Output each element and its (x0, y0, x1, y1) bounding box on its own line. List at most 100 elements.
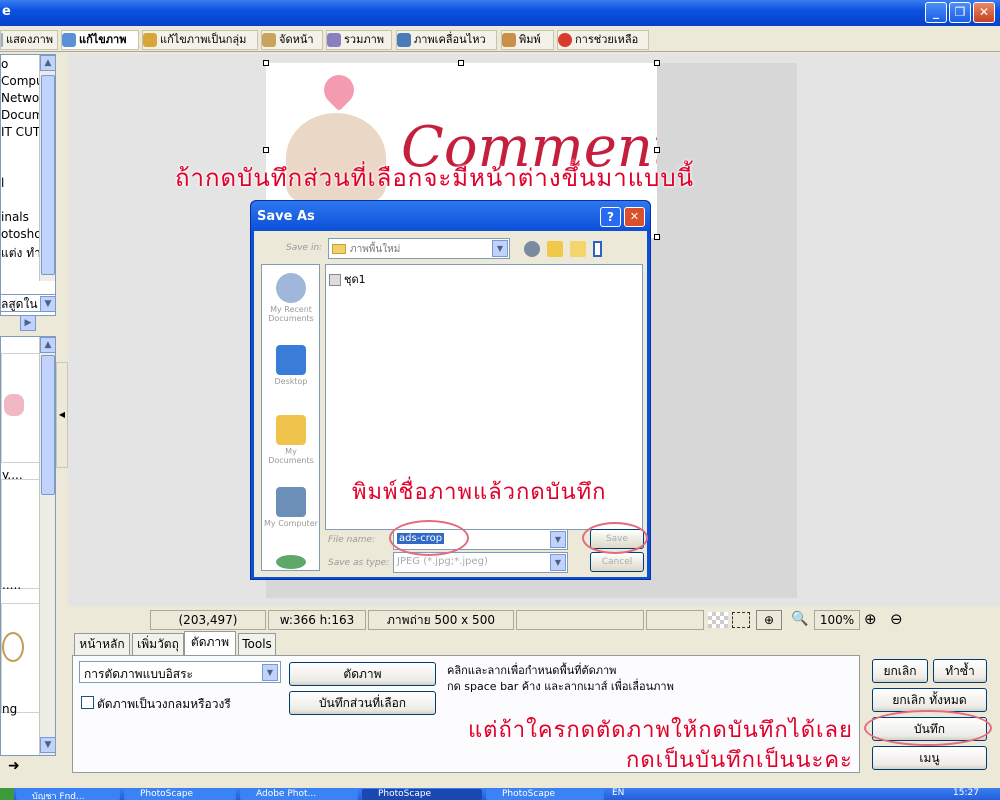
taskbar-item[interactable]: บัญชา Fnd... (16, 789, 120, 800)
zoom-fit-icon[interactable]: 🔍 (786, 610, 814, 630)
scroll-thumb[interactable] (41, 75, 55, 275)
chevron-down-icon[interactable]: ▼ (492, 240, 508, 257)
subtab-home[interactable]: หน้าหลัก (74, 633, 130, 655)
maximize-button[interactable]: ❐ (949, 2, 971, 23)
menu-button[interactable]: เมนู (872, 746, 987, 770)
actual-size-icon[interactable]: ⊕ (756, 610, 782, 630)
thumbnail[interactable]: ng (1, 603, 41, 716)
heart-icon (317, 68, 361, 112)
taskbar-item[interactable]: Adobe Phot... (240, 789, 358, 800)
place-my-computer[interactable]: My Computer (264, 487, 318, 528)
crop-handle[interactable] (263, 147, 269, 153)
crop-handle[interactable] (263, 60, 269, 66)
places-bar: My Recent Documents Desktop My Documents… (261, 264, 320, 571)
crop-handle[interactable] (654, 147, 660, 153)
file-name: ชุด1 (344, 273, 366, 286)
save-selection-button[interactable]: บันทึกส่วนที่เลือก (289, 691, 436, 715)
tab-help[interactable]: การช่วยเหลือ (557, 30, 649, 50)
scroll-right-icon[interactable]: ▶ (20, 315, 36, 331)
fit-to-window-icon[interactable] (732, 612, 750, 628)
crop-button[interactable]: ตัดภาพ (289, 662, 436, 686)
start-button[interactable] (0, 788, 14, 800)
tab-animated-gif[interactable]: ภาพเคลื่อนไหว (396, 30, 497, 50)
tree-item[interactable]: inals (1, 210, 29, 224)
tab-editor[interactable]: แก้ไขภาพ (61, 30, 139, 50)
thumbnail-panel[interactable]: y.... ..... ng ▲ ▼ (0, 336, 56, 756)
tab-label: แก้ไขภาพ (79, 33, 127, 46)
place-label: My Recent Documents (268, 305, 314, 323)
dialog-cancel-button[interactable]: Cancel (590, 552, 644, 572)
tree-item[interactable]: o (1, 57, 8, 71)
zoom-in-icon[interactable]: ⊕ (864, 610, 877, 628)
tab-print[interactable]: พิมพ์ (501, 30, 554, 50)
file-item[interactable]: ชุด1 (329, 270, 366, 288)
tab-label: แสดงภาพ (6, 33, 53, 46)
tree-item[interactable]: IT CUT (1, 125, 40, 139)
tab-label: การช่วยเหลือ (575, 33, 639, 46)
scroll-down-icon[interactable]: ▼ (40, 737, 55, 753)
crop-handle[interactable] (458, 60, 464, 66)
back-icon[interactable] (524, 241, 540, 257)
crop-handle[interactable] (654, 60, 660, 66)
folder-tree[interactable]: o Compu Netwo Docum IT CUT l inals otosh… (0, 54, 56, 316)
tree-item[interactable]: Netwo (1, 91, 39, 105)
undo-all-button[interactable]: ยกเลิก ทั้งหมด (872, 688, 987, 712)
taskbar-item[interactable]: PhotoScape (124, 789, 236, 800)
tab-batch-editor[interactable]: แก้ไขภาพเป็นกลุ่ม (142, 30, 258, 50)
crop-mode-select[interactable]: การตัดภาพแบบอิสระ ▼ (79, 661, 281, 683)
highlight-ellipse-filename (389, 520, 469, 556)
tab-page[interactable]: จัดหน้า (261, 30, 323, 50)
dialog-close-button[interactable]: ✕ (624, 207, 645, 227)
place-label: My Documents (268, 447, 314, 465)
crop-hint-2: กด space bar ค้าง และลากเมาส์ เพื่อเลื่อ… (447, 680, 674, 693)
scroll-up-icon[interactable]: ▲ (40, 55, 55, 71)
tree-scrollbar[interactable]: ▲ (39, 55, 55, 281)
place-network[interactable] (264, 555, 318, 571)
language-indicator[interactable]: EN (612, 788, 624, 798)
crop-handle[interactable] (654, 234, 660, 240)
place-my-documents[interactable]: My Documents (264, 415, 318, 465)
chevron-down-icon[interactable]: ▼ (550, 554, 566, 571)
chevron-down-icon[interactable]: ▼ (40, 296, 56, 312)
place-desktop[interactable]: Desktop (264, 345, 318, 386)
tab-viewer[interactable]: แสดงภาพ (0, 30, 58, 50)
oval-crop-checkbox[interactable] (81, 696, 94, 709)
thumbnail[interactable]: ..... (1, 479, 41, 592)
scroll-up-icon[interactable]: ▲ (40, 337, 55, 353)
save-in-label: Save in: (286, 243, 323, 253)
transparency-grid-icon[interactable] (708, 612, 728, 628)
chevron-down-icon[interactable]: ▼ (262, 664, 278, 681)
thumbnail[interactable]: y.... (1, 353, 41, 482)
place-recent[interactable]: My Recent Documents (264, 273, 318, 323)
subtab-crop[interactable]: ตัดภาพ (184, 631, 236, 655)
scroll-thumb[interactable] (41, 355, 55, 495)
subtab-tools[interactable]: Tools (238, 633, 276, 655)
redo-button[interactable]: ทำซ้ำ (933, 659, 987, 683)
tree-item[interactable]: แต่ง ทำ (1, 244, 41, 263)
zoom-out-icon[interactable]: ⊖ (890, 610, 903, 628)
thumb-scrollbar[interactable]: ▲ ▼ (39, 337, 55, 755)
new-folder-icon[interactable] (570, 241, 586, 257)
forward-arrow-icon[interactable]: ➜ (8, 758, 20, 774)
collapse-panel-icon[interactable]: ◀ (56, 362, 68, 468)
close-button[interactable]: ✕ (973, 2, 995, 23)
tree-item[interactable]: Docum (1, 108, 43, 122)
subtab-add-object[interactable]: เพิ่มวัตถุ (132, 633, 184, 655)
minimize-button[interactable]: _ (925, 2, 947, 23)
place-label: My Computer (264, 519, 318, 528)
up-folder-icon[interactable] (547, 241, 563, 257)
help-button[interactable]: ? (600, 207, 621, 227)
taskbar-item[interactable]: PhotoScape (486, 789, 604, 800)
chevron-down-icon[interactable]: ▼ (550, 531, 566, 548)
zoom-level[interactable]: 100% (814, 610, 860, 630)
save-in-select[interactable]: ภาพพื้นใหม่ ▼ (328, 238, 510, 259)
status-bar: (203,497) w:366 h:163 ภาพถ่าย 500 x 500 … (150, 610, 1000, 630)
tab-label: ภาพเคลื่อนไหว (414, 33, 486, 46)
tree-item[interactable]: Compu (1, 74, 44, 88)
undo-button[interactable]: ยกเลิก (872, 659, 928, 683)
taskbar-item-active[interactable]: PhotoScape (362, 789, 482, 800)
tree-item[interactable]: l (1, 176, 4, 190)
view-menu-icon[interactable] (593, 241, 602, 257)
clock: 15:27 (953, 788, 979, 798)
tab-combine[interactable]: รวมภาพ (326, 30, 392, 50)
